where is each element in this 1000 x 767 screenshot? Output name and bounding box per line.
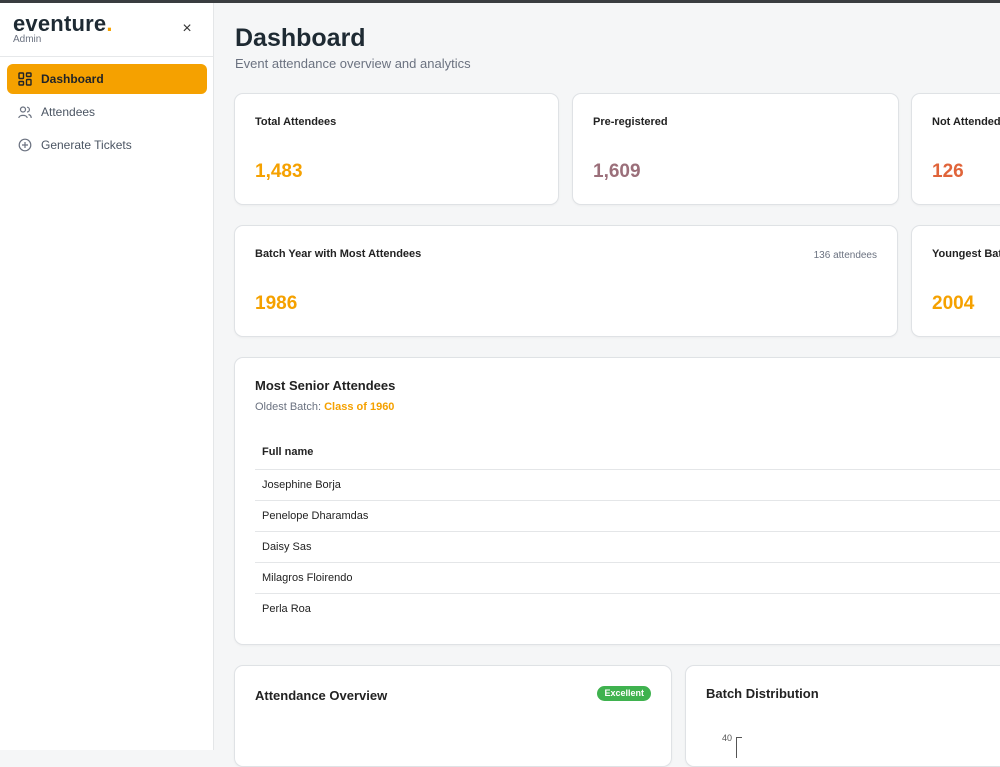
sidebar: eventure. Admin × Dashboard Attendees Ge… <box>0 3 214 750</box>
table-row[interactable]: Perla Roa <box>255 593 1000 624</box>
section-title: Most Senior Attendees <box>255 378 396 393</box>
y-axis-line <box>736 737 742 758</box>
attendance-overview-card: Attendance Overview Excellent <box>234 665 672 767</box>
close-icon: × <box>182 20 192 37</box>
total-attendees-card: Total Attendees 1,483 <box>234 93 559 205</box>
status-badge: Excellent <box>597 686 651 701</box>
table-row[interactable]: Milagros Floirendo <box>255 562 1000 593</box>
card-value: 1,609 <box>593 161 641 182</box>
card-label: Total Attendees <box>255 116 337 128</box>
sidebar-item-dashboard[interactable]: Dashboard <box>7 64 207 94</box>
logo-dot: . <box>106 11 113 36</box>
column-header-full-name[interactable]: Full name <box>262 446 313 458</box>
card-value: 1986 <box>255 293 298 314</box>
card-value: 1,483 <box>255 161 303 182</box>
card-label: Not Attended <box>932 116 1000 128</box>
cell-full-name: Daisy Sas <box>262 541 312 553</box>
cell-full-name: Josephine Borja <box>262 479 341 491</box>
cell-full-name: Perla Roa <box>262 603 311 615</box>
dashboard-grid-icon <box>17 71 33 87</box>
y-axis-tick-label: 40 <box>722 733 733 743</box>
close-sidebar-button[interactable]: × <box>178 20 196 38</box>
table-row[interactable]: Josephine Borja <box>255 469 1000 500</box>
sidebar-item-label: Attendees <box>41 105 96 119</box>
plus-circle-icon <box>17 137 33 153</box>
card-label: Youngest Batch <box>932 248 1000 260</box>
page-title: Dashboard <box>235 24 366 52</box>
sidebar-item-label: Generate Tickets <box>41 138 132 152</box>
most-attendees-batch-card: Batch Year with Most Attendees 136 atten… <box>234 225 898 337</box>
users-icon <box>17 104 33 120</box>
card-label: Batch Year with Most Attendees <box>255 248 422 260</box>
page-subtitle: Event attendance overview and analytics <box>235 56 471 71</box>
youngest-batch-card: Youngest Batch 2004 <box>911 225 1000 337</box>
cell-full-name: Penelope Dharamdas <box>262 510 369 522</box>
sidebar-item-generate-tickets[interactable]: Generate Tickets <box>7 130 207 160</box>
sidebar-divider <box>0 56 213 57</box>
card-label: Pre-registered <box>593 116 668 128</box>
card-value: 126 <box>932 161 964 182</box>
logo-text: eventure <box>13 11 107 36</box>
table-row[interactable]: Penelope Dharamdas <box>255 500 1000 531</box>
logo: eventure. <box>13 13 113 35</box>
card-value: 2004 <box>932 293 975 314</box>
cell-full-name: Milagros Floirendo <box>262 572 353 584</box>
brand: eventure. Admin <box>13 13 113 46</box>
table-row[interactable]: Daisy Sas <box>255 531 1000 562</box>
sidebar-item-label: Dashboard <box>41 72 104 86</box>
oldest-batch-label: Oldest Batch: <box>255 401 322 413</box>
not-attended-card: Not Attended 126 <box>911 93 1000 205</box>
section-title: Attendance Overview <box>255 688 388 703</box>
batch-distribution-card: Batch Distribution 40 <box>685 665 1000 767</box>
attendee-count-note: 136 attendees <box>813 250 877 261</box>
sidebar-item-attendees[interactable]: Attendees <box>7 97 207 127</box>
senior-attendees-card: Most Senior Attendees Oldest Batch: Clas… <box>234 357 1000 645</box>
oldest-batch-value: Class of 1960 <box>324 401 395 413</box>
oldest-batch-line: Oldest Batch: Class of 1960 <box>255 401 394 413</box>
pre-registered-card: Pre-registered 1,609 <box>572 93 899 205</box>
section-title: Batch Distribution <box>706 686 819 701</box>
